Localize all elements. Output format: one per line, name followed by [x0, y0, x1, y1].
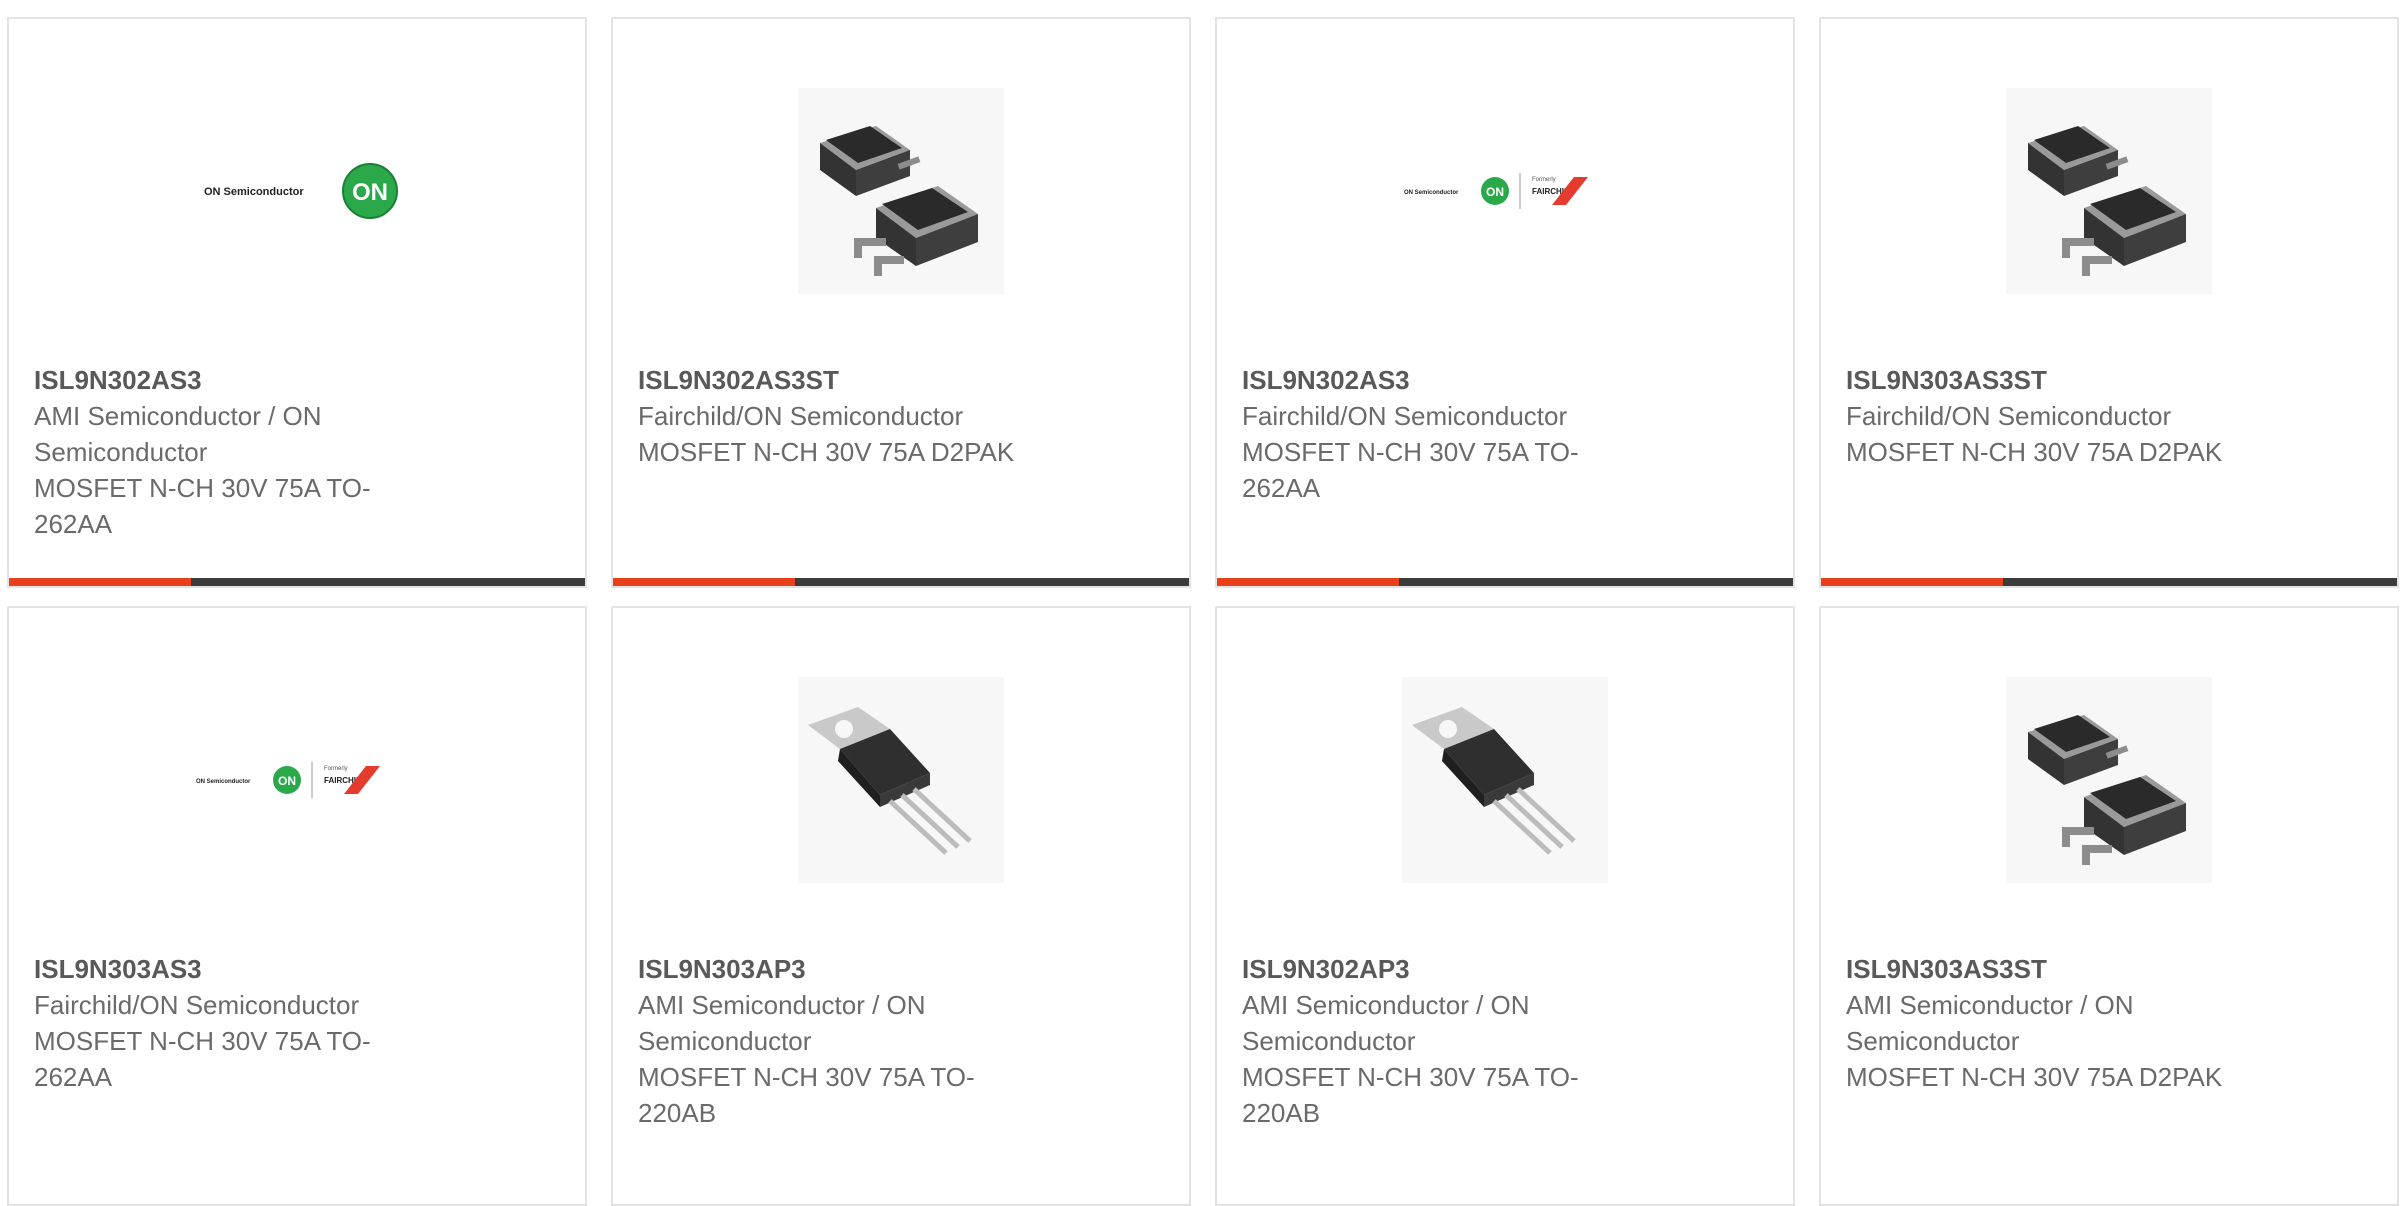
description: MOSFET N-CH 30V 75A TO-: [1242, 1062, 1579, 1092]
card-footer-bar: [613, 578, 1189, 586]
description: MOSFET N-CH 30V 75A D2PAK: [1846, 437, 2223, 467]
description: 220AB: [638, 1098, 717, 1128]
card-footer-bar: [9, 578, 585, 586]
manufacturer: AMI Semiconductor / ON: [638, 990, 926, 1020]
on-fairchild-logo-icon: ON Semiconductor ON Formerly FAIRCHILD: [1404, 173, 1588, 209]
product-info: ISL9N302AS3 Fairchild/ON Semiconductor M…: [1242, 362, 1662, 506]
product-info: ISL9N303AS3 Fairchild/ON Semiconductor M…: [34, 951, 454, 1095]
description: 262AA: [34, 1062, 113, 1092]
on-fairchild-logo-icon: ON Semiconductor ON Formerly FAIRCHILD: [196, 762, 380, 798]
product-image[interactable]: [1402, 677, 1608, 883]
svg-text:ON: ON: [1486, 185, 1504, 199]
part-number[interactable]: ISL9N302AP3: [1242, 951, 1662, 987]
svg-text:Formerly: Formerly: [324, 766, 348, 772]
product-card[interactable]: ISL9N303AS3ST Fairchild/ON Semiconductor…: [1819, 17, 2399, 588]
manufacturer: Semiconductor: [1846, 1026, 2020, 1056]
part-number[interactable]: ISL9N302AS3: [1242, 362, 1662, 398]
product-image[interactable]: [2006, 677, 2212, 883]
product-card[interactable]: ON Semiconductor ON ISL9N302AS3 AMI Semi…: [7, 17, 587, 588]
description: MOSFET N-CH 30V 75A TO-: [34, 1026, 371, 1056]
product-info: ISL9N302AS3ST Fairchild/ON Semiconductor…: [638, 362, 1058, 470]
product-info: ISL9N303AP3 AMI Semiconductor / ON Semic…: [638, 951, 1058, 1131]
product-card[interactable]: ON Semiconductor ON Formerly FAIRCHILD I…: [7, 606, 587, 1206]
manufacturer: Fairchild/ON Semiconductor: [34, 990, 360, 1020]
product-image[interactable]: ON Semiconductor ON Formerly FAIRCHILD: [1402, 88, 1608, 294]
manufacturer: AMI Semiconductor / ON: [34, 401, 322, 431]
manufacturer: Semiconductor: [638, 1026, 812, 1056]
on-semiconductor-logo-icon: ON Semiconductor ON: [204, 163, 398, 219]
part-number[interactable]: ISL9N303AS3ST: [1846, 951, 2266, 987]
part-number[interactable]: ISL9N303AS3ST: [1846, 362, 2266, 398]
description: MOSFET N-CH 30V 75A TO-: [34, 473, 371, 503]
manufacturer: AMI Semiconductor / ON: [1242, 990, 1530, 1020]
description: MOSFET N-CH 30V 75A D2PAK: [638, 437, 1015, 467]
product-card[interactable]: ISL9N303AP3 AMI Semiconductor / ON Semic…: [611, 606, 1191, 1206]
to220-package-icon: [1402, 677, 1608, 883]
manufacturer: Fairchild/ON Semiconductor: [638, 401, 964, 431]
product-image[interactable]: [2006, 88, 2212, 294]
manufacturer: AMI Semiconductor / ON: [1846, 990, 2134, 1020]
d2pak-package-icon: [2006, 88, 2212, 294]
manufacturer: Fairchild/ON Semiconductor: [1846, 401, 2172, 431]
product-info: ISL9N302AP3 AMI Semiconductor / ON Semic…: [1242, 951, 1662, 1131]
product-card[interactable]: ON Semiconductor ON Formerly FAIRCHILD I…: [1215, 17, 1795, 588]
product-card[interactable]: ISL9N303AS3ST AMI Semiconductor / ON Sem…: [1819, 606, 2399, 1206]
description: 220AB: [1242, 1098, 1321, 1128]
part-number[interactable]: ISL9N302AS3ST: [638, 362, 1058, 398]
description: 262AA: [1242, 473, 1321, 503]
product-image[interactable]: ON Semiconductor ON Formerly FAIRCHILD: [194, 677, 400, 883]
product-image[interactable]: ON Semiconductor ON: [194, 88, 400, 294]
part-number[interactable]: ISL9N303AS3: [34, 951, 454, 987]
part-number[interactable]: ISL9N302AS3: [34, 362, 454, 398]
product-info: ISL9N303AS3ST Fairchild/ON Semiconductor…: [1846, 362, 2266, 470]
description: MOSFET N-CH 30V 75A TO-: [1242, 437, 1579, 467]
to220-package-icon: [798, 677, 1004, 883]
svg-text:ON Semiconductor: ON Semiconductor: [196, 779, 251, 785]
manufacturer: Semiconductor: [1242, 1026, 1416, 1056]
product-info: ISL9N303AS3ST AMI Semiconductor / ON Sem…: [1846, 951, 2266, 1095]
d2pak-package-icon: [798, 88, 1004, 294]
manufacturer: Semiconductor: [34, 437, 208, 467]
product-card[interactable]: ISL9N302AP3 AMI Semiconductor / ON Semic…: [1215, 606, 1795, 1206]
description: MOSFET N-CH 30V 75A D2PAK: [1846, 1062, 2223, 1092]
svg-text:Formerly: Formerly: [1532, 177, 1556, 183]
description: 262AA: [34, 509, 113, 539]
part-number[interactable]: ISL9N303AP3: [638, 951, 1058, 987]
product-info: ISL9N302AS3 AMI Semiconductor / ON Semic…: [34, 362, 454, 542]
product-card[interactable]: ISL9N302AS3ST Fairchild/ON Semiconductor…: [611, 17, 1191, 588]
svg-text:ON Semiconductor: ON Semiconductor: [204, 186, 304, 198]
svg-text:ON: ON: [278, 774, 296, 788]
manufacturer: Fairchild/ON Semiconductor: [1242, 401, 1568, 431]
card-footer-bar: [1217, 578, 1793, 586]
card-footer-bar: [1821, 578, 2397, 586]
svg-text:ON Semiconductor: ON Semiconductor: [1404, 190, 1459, 196]
svg-text:ON: ON: [352, 179, 388, 206]
product-image[interactable]: [798, 88, 1004, 294]
d2pak-package-icon: [2006, 677, 2212, 883]
product-grid: ON Semiconductor ON ISL9N302AS3 AMI Semi…: [0, 0, 2400, 1206]
description: MOSFET N-CH 30V 75A TO-: [638, 1062, 975, 1092]
product-image[interactable]: [798, 677, 1004, 883]
